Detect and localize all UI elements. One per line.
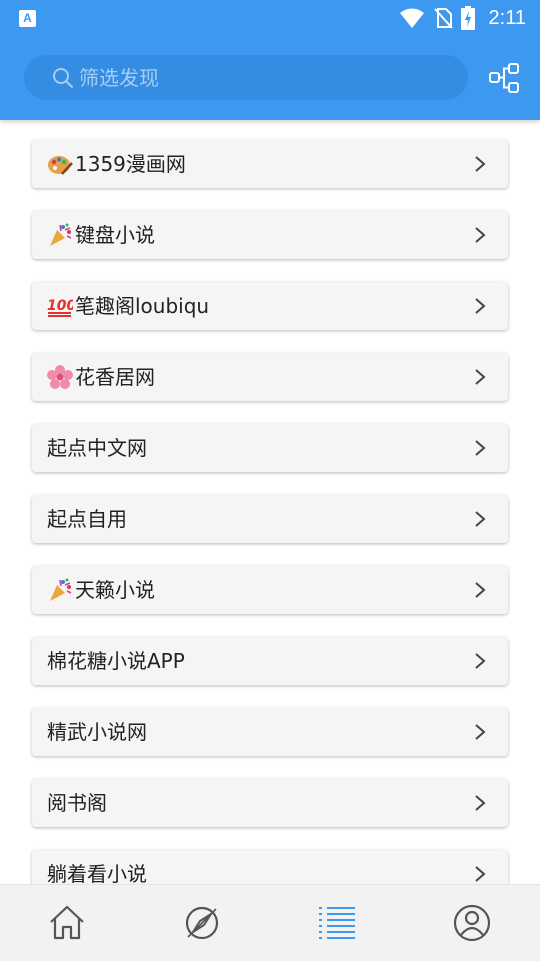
list-item[interactable]: 100 笔趣阁loubiqu — [32, 282, 508, 330]
list-item[interactable]: 起点自用 — [32, 495, 508, 543]
home-icon[interactable] — [47, 903, 87, 943]
list-item[interactable]: 起点中文网 — [32, 424, 508, 472]
list-item-label: 键盘小说 — [75, 223, 155, 247]
status-indicators: 2:11 — [399, 5, 526, 31]
chevron-right-icon — [475, 369, 486, 385]
list-item-label: 棉花糖小说APP — [47, 649, 185, 673]
list-item-label: 1359漫画网 — [75, 152, 186, 176]
list-item-label: 笔趣阁loubiqu — [75, 294, 210, 318]
cherry-blossom-icon — [47, 364, 73, 389]
list-item-label: 天籁小说 — [75, 578, 155, 602]
source-list: 1359漫画网 键盘小说 100 笔趣阁loubiqu — [0, 120, 540, 884]
no-sim-icon — [433, 8, 453, 29]
party-popper-icon — [50, 223, 72, 246]
chevron-right-icon — [475, 866, 486, 882]
battery-charging-icon — [460, 6, 475, 30]
svg-text:100: 100 — [47, 298, 73, 314]
chevron-right-icon — [475, 582, 486, 598]
list-item-label: 躺着看小说 — [47, 862, 147, 884]
user-icon[interactable] — [452, 903, 492, 943]
list-item-label: 精武小说网 — [47, 720, 147, 744]
search-icon — [53, 68, 73, 88]
chevron-right-icon — [475, 156, 486, 172]
compass-icon[interactable] — [182, 903, 222, 943]
status-bar: A 2:11 — [0, 0, 540, 36]
list-item-label: 阅书阁 — [47, 791, 107, 815]
list-item-label: 起点中文网 — [47, 436, 147, 460]
clock: 2:11 — [488, 6, 526, 29]
list-icon[interactable] — [317, 903, 357, 943]
chevron-right-icon — [475, 653, 486, 669]
chevron-right-icon — [475, 440, 486, 456]
chevron-right-icon — [475, 511, 486, 527]
palette-icon — [48, 155, 73, 175]
list-item[interactable]: 1359漫画网 — [32, 140, 508, 188]
bottom-navigation — [0, 884, 540, 961]
list-item-label: 花香居网 — [75, 365, 155, 389]
list-item[interactable]: 键盘小说 — [32, 211, 508, 259]
wifi-icon — [399, 8, 424, 28]
list-item[interactable]: 天籁小说 — [32, 566, 508, 614]
group-tree-icon[interactable] — [488, 62, 520, 94]
search-input[interactable]: 筛选发现 — [24, 55, 468, 100]
chevron-right-icon — [475, 227, 486, 243]
chevron-right-icon — [475, 298, 486, 314]
list-item[interactable]: 阅书阁 — [32, 779, 508, 827]
chevron-right-icon — [475, 795, 486, 811]
party-popper-icon — [50, 578, 72, 601]
list-item[interactable]: 精武小说网 — [32, 708, 508, 756]
app-notification-icon: A — [19, 10, 36, 27]
search-placeholder: 筛选发现 — [79, 66, 159, 90]
list-item[interactable]: 躺着看小说 — [32, 850, 508, 884]
list-item-label: 起点自用 — [47, 507, 127, 531]
list-item[interactable]: 棉花糖小说APP — [32, 637, 508, 685]
chevron-right-icon — [475, 724, 486, 740]
list-item[interactable]: 花香居网 — [32, 353, 508, 401]
hundred-points-icon: 100 — [47, 298, 73, 317]
app-header: A 2:11 筛选发现 — [0, 0, 540, 120]
